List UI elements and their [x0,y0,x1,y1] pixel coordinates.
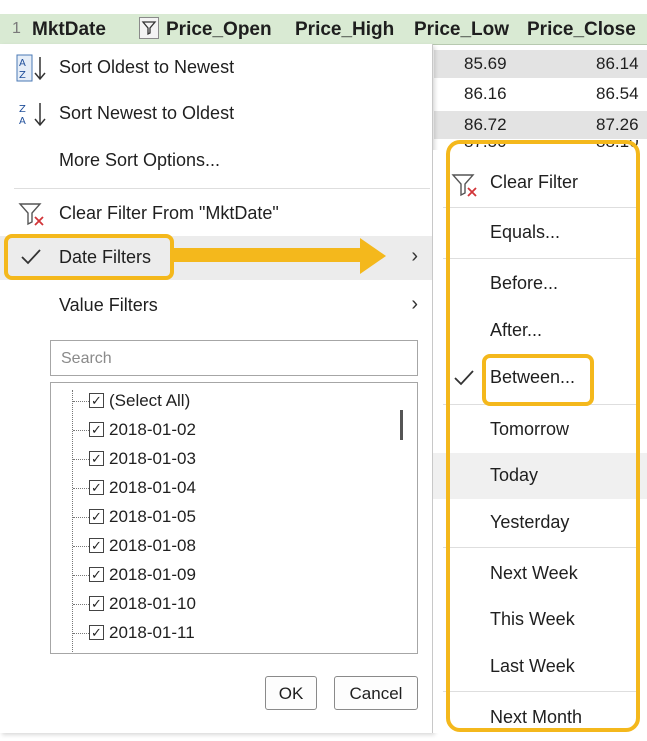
table-row: 85.69 86.14 [434,50,647,78]
sort-newest-to-oldest[interactable]: Z A Sort Newest to Oldest [0,92,432,136]
list-item-label: 2018-01-05 [109,507,196,526]
list-item-label: 2018-01-10 [109,594,196,613]
ok-button[interactable]: OK [265,676,317,710]
svg-text:Z: Z [19,104,26,115]
search-input[interactable]: Search [50,340,418,376]
header-price-high[interactable]: Price_High [295,19,394,41]
submenu-highlight [446,140,640,732]
annotation-arrow-head-icon [360,238,386,274]
checkbox-checked-icon[interactable]: ✓ [89,393,104,408]
checkbox-checked-icon[interactable]: ✓ [89,451,104,466]
chevron-right-icon: › [411,245,418,267]
clear-filter-mktdate[interactable]: Clear Filter From "MktDate" [0,192,432,236]
header-price-low[interactable]: Price_Low [414,19,509,41]
checkbox-checked-icon[interactable]: ✓ [89,480,104,495]
list-item-label: 2018-01-03 [109,449,196,468]
date-tree-list[interactable]: ✓ (Select All) ✓ 2018-01-02 ✓ 2018-01-03… [50,382,418,654]
cell-close: 87.26 [596,115,639,134]
between-highlight [482,354,594,406]
list-item-label: 2018-01-02 [109,420,196,439]
header-mktdate[interactable]: MktDate [32,19,106,41]
header-price-close[interactable]: Price_Close [527,19,636,41]
divider [14,188,430,189]
annotation-arrow [174,248,362,262]
list-item-label: (Select All) [109,391,191,410]
checkbox-checked-icon[interactable]: ✓ [89,538,104,553]
table-row: 86.72 87.26 [434,111,647,139]
sort-asc-icon: A Z [16,54,48,87]
list-item[interactable]: ✓ 2018-01-03 [51,445,391,474]
clear-filter-icon [18,201,46,232]
list-item[interactable]: ✓ 2018-01-11 [51,619,391,648]
checkbox-checked-icon[interactable]: ✓ [89,625,104,640]
search-placeholder: Search [61,350,112,367]
sort-newest-label: Sort Newest to Oldest [59,103,235,123]
checkbox-checked-icon[interactable]: ✓ [89,596,104,611]
list-item-label: 2018-01-09 [109,565,196,584]
cell-close: 86.54 [596,84,639,103]
list-item[interactable]: ✓ 2018-01-08 [51,532,391,561]
checkbox-checked-icon[interactable]: ✓ [89,422,104,437]
cell-low: 86.16 [464,84,507,103]
value-filters-label: Value Filters [59,295,158,315]
more-sort-options[interactable]: More Sort Options... [0,139,432,183]
list-item[interactable]: ✓ 2018-01-10 [51,590,391,619]
list-item-label: 2018-01-11 [109,623,195,642]
svg-text:A: A [19,116,26,127]
list-item[interactable]: ✓ (Select All) [51,387,391,416]
sort-oldest-label: Sort Oldest to Newest [59,57,235,77]
sort-desc-icon: Z A [16,100,48,133]
checkbox-checked-icon[interactable]: ✓ [89,509,104,524]
svg-text:A: A [19,58,26,69]
cell-close: 86.14 [596,54,639,73]
sort-oldest-to-newest[interactable]: A Z Sort Oldest to Newest [0,46,432,90]
row-number: 1 [12,20,21,37]
cancel-button[interactable]: Cancel [334,676,418,710]
chevron-right-icon: › [411,293,418,315]
more-sort-label: More Sort Options... [59,150,221,170]
list-item[interactable]: ✓ 2018-01-04 [51,474,391,503]
list-item-label: 2018-01-08 [109,536,196,555]
cell-low: 85.69 [464,54,507,73]
date-filters-highlight [4,234,174,280]
list-item[interactable]: ✓ 2018-01-02 [51,416,391,445]
tree-connector [72,390,73,652]
clear-filter-label: Clear Filter From "MktDate" [59,203,279,223]
value-filters[interactable]: Value Filters › [0,284,432,328]
header-price-open[interactable]: Price_Open [166,19,272,41]
filter-dropdown-icon[interactable] [139,17,159,39]
checkbox-checked-icon[interactable]: ✓ [89,567,104,582]
list-item[interactable]: ✓ 2018-01-05 [51,503,391,532]
table-row: 86.16 86.54 [434,80,647,108]
list-item-label: 2018-01-04 [109,478,196,497]
scrollbar[interactable] [400,410,403,440]
list-item[interactable]: ✓ 2018-01-09 [51,561,391,590]
cell-low: 86.72 [464,115,507,134]
svg-text:Z: Z [19,70,26,81]
